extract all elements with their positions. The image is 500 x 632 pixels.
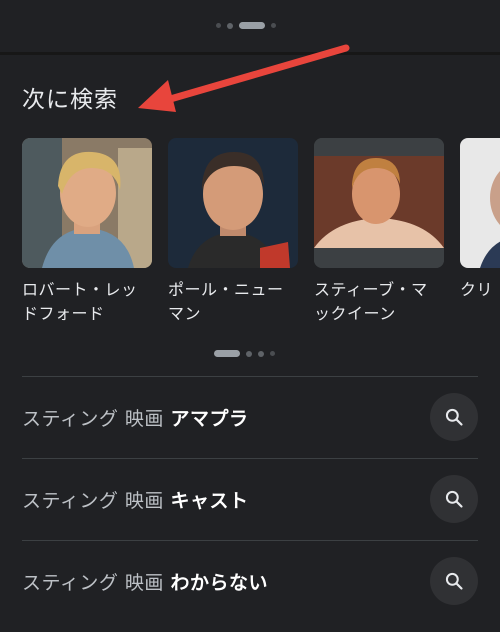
search-query-prefix: スティング 映画 <box>22 489 164 512</box>
person-name[interactable]: スティーブ・マックイーン <box>314 278 444 326</box>
search-button[interactable] <box>430 557 478 605</box>
pagination-dot <box>227 22 233 29</box>
search-query-suffix: キャスト <box>170 489 249 512</box>
related-search-text[interactable]: スティング 映画 アマプラ <box>22 404 430 431</box>
person-card[interactable]: ロバート・レッドフォード <box>22 138 152 326</box>
person-name[interactable]: クリ スト <box>460 278 500 302</box>
person-photo <box>314 138 444 268</box>
carousel-pagination-dots <box>214 350 275 357</box>
pagination-dot <box>271 23 276 28</box>
related-search-row[interactable]: スティング 映画 わからない <box>22 540 478 621</box>
annotation-arrow-icon <box>138 44 350 112</box>
person-name[interactable]: ロバート・レッドフォード <box>22 278 152 326</box>
related-search-text[interactable]: スティング 映画 キャスト <box>22 486 430 513</box>
person-card[interactable]: スティーブ・マックイーン <box>314 138 444 326</box>
search-query-prefix: スティング 映画 <box>22 571 164 594</box>
search-query-suffix: わからない <box>170 571 268 594</box>
person-card[interactable]: ポール・ニューマン <box>168 138 298 326</box>
search-icon <box>445 572 463 590</box>
top-pagination-dots <box>216 22 276 29</box>
search-button[interactable] <box>430 475 478 523</box>
search-query-suffix: アマプラ <box>170 407 249 430</box>
pagination-dot-active <box>239 22 265 29</box>
pagination-dot <box>216 23 221 28</box>
pagination-dot <box>246 350 252 357</box>
section-title: 次に検索 <box>22 87 118 113</box>
person-photo <box>22 138 152 268</box>
pagination-dot-active <box>214 350 240 357</box>
people-carousel[interactable]: ロバート・レッドフォード ポール・ニューマン スティーブ・マックイーン クリ <box>22 138 500 338</box>
related-search-row[interactable]: スティング 映画 キャスト <box>22 458 478 539</box>
search-button[interactable] <box>430 393 478 441</box>
related-search-row[interactable]: スティング 映画 アマプラ <box>22 376 478 457</box>
search-query-prefix: スティング 映画 <box>22 407 164 430</box>
search-icon <box>445 490 463 508</box>
person-photo <box>168 138 298 268</box>
person-name[interactable]: ポール・ニューマン <box>168 278 298 326</box>
pagination-dot <box>270 351 275 356</box>
search-icon <box>445 408 463 426</box>
pagination-dot <box>258 350 264 357</box>
person-photo <box>460 138 500 268</box>
person-card[interactable]: クリ スト <box>460 138 500 302</box>
related-search-text[interactable]: スティング 映画 わからない <box>22 568 430 595</box>
